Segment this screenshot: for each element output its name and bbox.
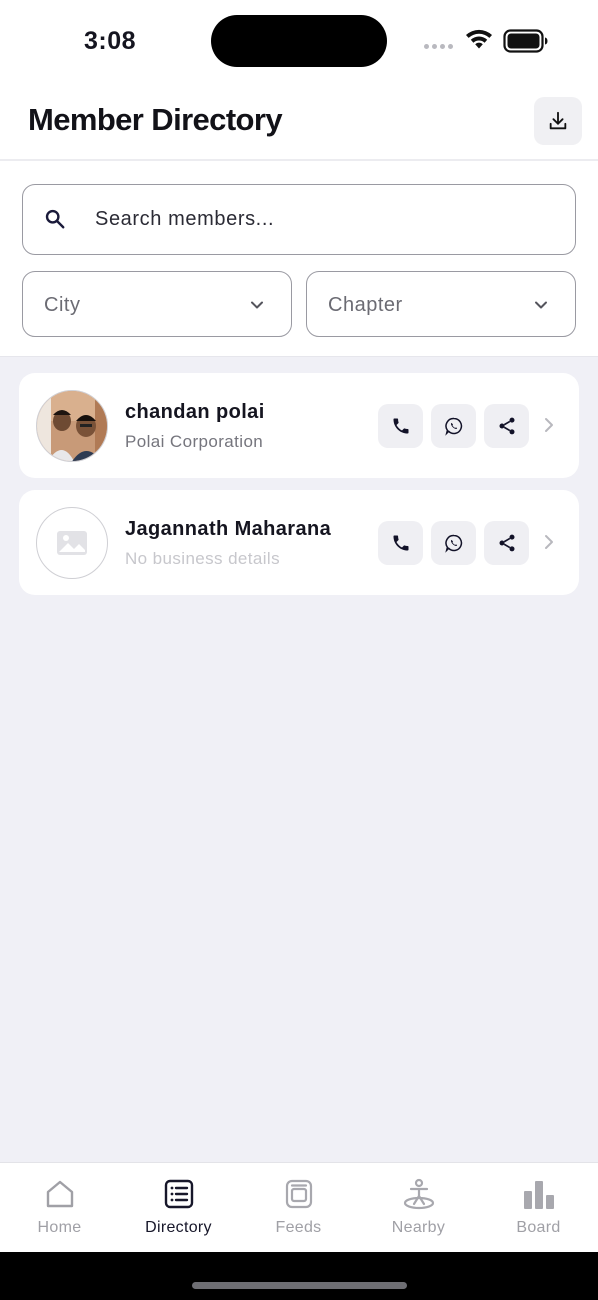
nav-label: Directory <box>145 1219 212 1236</box>
city-select-label: City <box>44 294 81 316</box>
nav-item-feeds[interactable]: Feeds <box>239 1163 358 1253</box>
share-icon <box>499 534 514 552</box>
whatsapp-button[interactable] <box>431 404 476 448</box>
search-box[interactable] <box>22 184 576 255</box>
search-input[interactable] <box>95 185 555 253</box>
member-name: Jagannath Maharana <box>125 518 332 540</box>
bottom-nav: Home Directory Feeds Nearby Board <box>0 1162 598 1252</box>
chevron-right-icon <box>545 418 553 432</box>
member-name: chandan polai <box>125 401 265 423</box>
city-select[interactable]: City <box>22 271 292 337</box>
placeholder-image-icon <box>57 531 87 555</box>
member-card[interactable]: chandan polai Polai Corporation <box>19 373 579 478</box>
dynamic-island <box>211 15 387 67</box>
nav-label: Nearby <box>391 1219 446 1236</box>
chapter-select-label: Chapter <box>328 294 403 316</box>
home-icon <box>46 1180 73 1208</box>
phone-icon <box>393 418 408 434</box>
battery-icon <box>503 29 548 53</box>
status-time: 3:08 <box>84 27 137 55</box>
nav-item-nearby[interactable]: Nearby <box>359 1163 478 1253</box>
whatsapp-icon <box>444 417 462 436</box>
whatsapp-icon <box>444 534 462 553</box>
search-icon <box>45 209 65 229</box>
chevron-down-icon <box>251 301 263 309</box>
app-header: Member Directory <box>0 82 598 161</box>
board-icon <box>523 1181 554 1209</box>
share-button[interactable] <box>484 521 529 565</box>
directory-icon <box>164 1179 193 1209</box>
phone-icon <box>393 535 408 551</box>
nav-item-home[interactable]: Home <box>0 1163 119 1253</box>
wifi-icon <box>466 29 492 49</box>
share-icon <box>499 417 514 435</box>
nav-label: Home <box>37 1219 82 1236</box>
signal-icon <box>424 44 453 49</box>
call-button[interactable] <box>378 521 423 565</box>
chevron-down-icon <box>535 301 547 309</box>
status-bar: 3:08 <box>0 0 598 82</box>
avatar <box>36 507 108 579</box>
avatar-photo <box>37 391 107 461</box>
nav-label: Feeds <box>275 1219 322 1236</box>
chevron-right-icon <box>545 535 553 549</box>
feeds-icon <box>285 1179 312 1209</box>
member-company: No business details <box>125 549 281 568</box>
share-button[interactable] <box>484 404 529 448</box>
nav-item-directory[interactable]: Directory <box>119 1163 238 1253</box>
member-card[interactable]: Jagannath Maharana No business details <box>19 490 579 595</box>
avatar <box>36 390 108 462</box>
nav-label: Board <box>516 1219 561 1236</box>
download-button[interactable] <box>534 97 582 145</box>
page-title: Member Directory <box>28 102 283 137</box>
call-button[interactable] <box>378 404 423 448</box>
home-bar-area <box>0 1252 598 1300</box>
download-icon <box>549 111 567 130</box>
nearby-icon <box>403 1178 434 1210</box>
nav-item-board[interactable]: Board <box>479 1163 598 1253</box>
chapter-select[interactable]: Chapter <box>306 271 576 337</box>
whatsapp-button[interactable] <box>431 521 476 565</box>
member-company: Polai Corporation <box>125 432 264 451</box>
filter-area: City Chapter <box>0 161 598 357</box>
home-indicator[interactable] <box>192 1282 407 1289</box>
